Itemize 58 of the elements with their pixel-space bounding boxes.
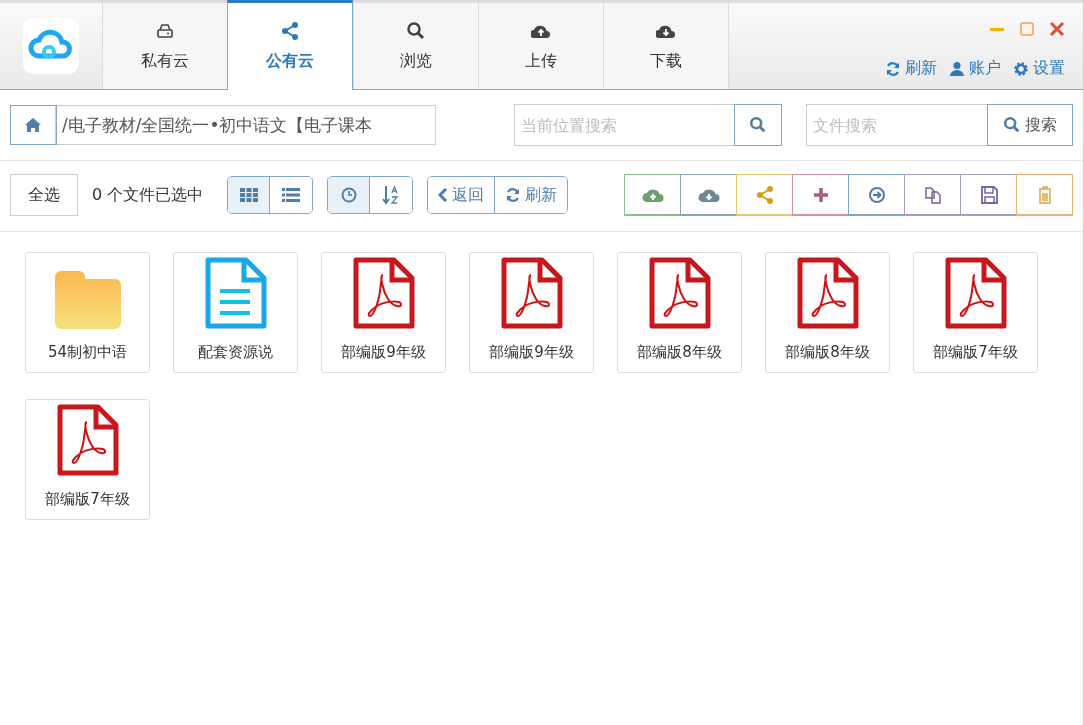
user-icon: [949, 60, 965, 77]
pdf-icon: [56, 404, 119, 476]
file-item[interactable]: 54制初中语: [25, 252, 150, 373]
path-field[interactable]: /电子教材/全国统一•初中语文【电子课本: [10, 105, 436, 145]
document-icon: [204, 257, 267, 329]
search-button[interactable]: 搜索: [987, 104, 1073, 146]
cloud-logo-icon: [23, 18, 79, 74]
refresh-icon: [505, 187, 522, 203]
nav-tab[interactable]: 公有云: [227, 0, 353, 90]
select-all-button[interactable]: 全选: [10, 174, 78, 216]
sort-by-time-button[interactable]: [328, 177, 371, 213]
search-icon: [1003, 116, 1021, 134]
close-icon[interactable]: [1049, 21, 1065, 37]
move-action-button[interactable]: [848, 174, 905, 216]
chevron-left-icon: [438, 188, 449, 202]
nav-tab[interactable]: 上传: [478, 3, 603, 89]
plus-action-button[interactable]: [792, 174, 849, 216]
header-link[interactable]: 刷新: [885, 58, 937, 79]
nav-tab[interactable]: 私有云: [102, 3, 227, 89]
share-icon: [280, 21, 300, 41]
pdf-icon: [500, 257, 563, 329]
grid-icon: [239, 188, 258, 202]
upload-action-button[interactable]: [624, 174, 681, 216]
pdf-icon: [648, 257, 711, 329]
share-action-button[interactable]: [736, 174, 793, 216]
file-item[interactable]: 部编版8年级: [617, 252, 742, 373]
grid-view-button[interactable]: [228, 177, 271, 213]
download-action-button[interactable]: [680, 174, 737, 216]
search-icon: [749, 116, 767, 134]
sort-alpha-icon: [382, 185, 401, 205]
pdf-icon: [796, 257, 859, 329]
nav-tab[interactable]: 浏览: [353, 3, 478, 89]
nav-tab[interactable]: 下载: [603, 3, 728, 89]
settings-icon: [1013, 60, 1029, 77]
clock-icon: [340, 187, 357, 203]
file-item[interactable]: 部编版9年级: [321, 252, 446, 373]
list-icon: [282, 188, 301, 202]
refresh-icon: [885, 60, 901, 77]
header-link[interactable]: 设置: [1013, 58, 1065, 79]
file-item[interactable]: 配套资源说: [173, 252, 298, 373]
location-search-field[interactable]: 当前位置搜索: [514, 104, 734, 146]
file-search-field[interactable]: 文件搜索: [806, 104, 987, 146]
file-item[interactable]: 部编版7年级: [25, 399, 150, 520]
home-icon: [25, 118, 41, 132]
home-button[interactable]: [11, 106, 56, 144]
save-action-button[interactable]: [960, 174, 1017, 216]
file-item[interactable]: 部编版8年级: [765, 252, 890, 373]
selection-count: 0 个文件已选中: [92, 184, 204, 206]
file-item[interactable]: 部编版9年级: [469, 252, 594, 373]
copy-action-button[interactable]: [904, 174, 961, 216]
back-button[interactable]: 返回: [428, 177, 496, 213]
file-item[interactable]: 部编版7年级: [913, 252, 1038, 373]
pdf-icon: [352, 257, 415, 329]
search-button[interactable]: [734, 104, 782, 146]
folder-icon: [54, 269, 121, 329]
header-link[interactable]: 账户: [949, 58, 1001, 79]
search-icon: [406, 20, 426, 41]
pdf-icon: [944, 257, 1007, 329]
